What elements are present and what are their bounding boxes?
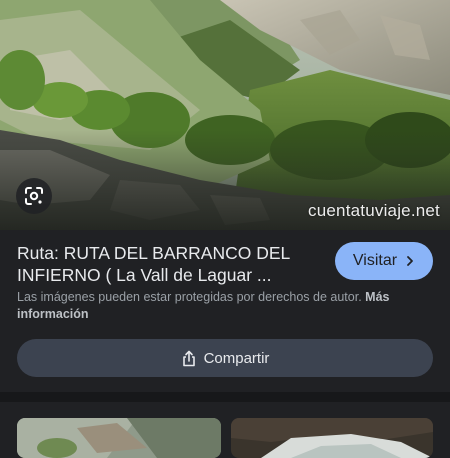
related-image-thumbnail[interactable] bbox=[231, 418, 433, 458]
share-icon bbox=[182, 350, 195, 366]
google-lens-icon bbox=[25, 187, 43, 205]
section-divider bbox=[0, 392, 450, 402]
result-title[interactable]: Ruta: RUTA DEL BARRANCO DEL INFIERNO ( L… bbox=[17, 242, 322, 286]
hero-image[interactable]: cuentatuviaje.net bbox=[0, 0, 450, 230]
result-info-panel: Ruta: RUTA DEL BARRANCO DEL INFIERNO ( L… bbox=[0, 230, 450, 392]
visit-label: Visitar bbox=[352, 252, 398, 269]
related-cave-image bbox=[231, 418, 433, 458]
related-images bbox=[0, 402, 450, 458]
share-label: Compartir bbox=[203, 349, 270, 367]
image-watermark: cuentatuviaje.net bbox=[308, 201, 440, 220]
google-lens-button[interactable] bbox=[16, 178, 52, 214]
canyon-photo bbox=[0, 0, 450, 230]
copyright-text: Las imágenes pueden estar protegidas por… bbox=[17, 290, 362, 304]
chevron-right-icon bbox=[407, 256, 413, 266]
copyright-notice: Las imágenes pueden estar protegidas por… bbox=[17, 289, 437, 323]
related-canyon-image bbox=[17, 418, 221, 458]
share-button[interactable]: Compartir bbox=[17, 339, 433, 377]
related-image-thumbnail[interactable] bbox=[17, 418, 221, 458]
visit-button[interactable]: Visitar bbox=[335, 242, 433, 280]
